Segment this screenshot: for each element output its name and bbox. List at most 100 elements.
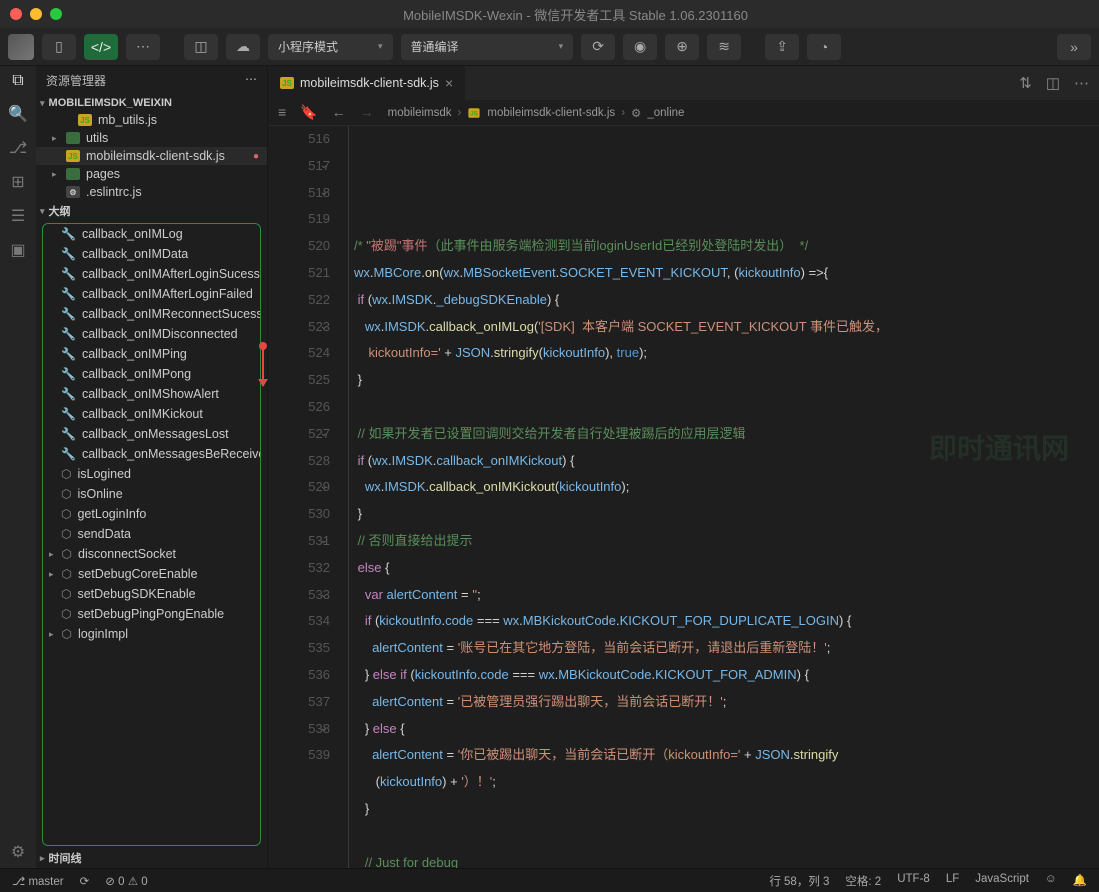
clear-icon[interactable]: ≋ <box>707 34 741 60</box>
project-header[interactable]: ▾MOBILEIMSDK_WEIXIN <box>36 95 267 111</box>
folder-icon <box>66 168 80 180</box>
outline-isLogined[interactable]: ⬡isLogined <box>43 464 260 484</box>
wrench-icon: 🔧 <box>61 287 76 301</box>
breadcrumb[interactable]: mobileimsdk› JSmobileimsdk-client-sdk.js… <box>388 106 685 120</box>
timeline-header[interactable]: ▸时间线 <box>36 848 267 868</box>
outline-setDebugSDKEnable[interactable]: ⬡setDebugSDKEnable <box>43 584 260 604</box>
maximize-window-button[interactable] <box>50 8 62 20</box>
db-icon[interactable]: ☰ <box>11 206 25 226</box>
version-icon[interactable]: ◔ <box>807 34 841 60</box>
wrench-icon: 🔧 <box>61 407 76 421</box>
outline-callback_onIMShowAlert[interactable]: 🔧callback_onIMShowAlert <box>43 384 260 404</box>
close-tab-icon[interactable]: × <box>445 75 453 91</box>
upload-icon[interactable]: ⇪ <box>765 34 799 60</box>
more-icon[interactable]: » <box>1057 34 1091 60</box>
outline-callback_onIMAfterLoginSucess[interactable]: 🔧callback_onIMAfterLoginSucess <box>43 264 260 284</box>
wrench-icon: 🔧 <box>61 227 76 241</box>
encoding[interactable]: UTF-8 <box>897 873 930 889</box>
wrench-icon: 🔧 <box>61 367 76 381</box>
code-icon[interactable]: </> <box>84 34 118 60</box>
file-utils[interactable]: ▸utils <box>36 129 267 147</box>
outline-callback_onIMDisconnected[interactable]: 🔧callback_onIMDisconnected <box>43 324 260 344</box>
outline-callback_onMessagesBeReceived[interactable]: 🔧callback_onMessagesBeReceived <box>43 444 260 464</box>
outline-loginImpl[interactable]: ▸⬡loginImpl <box>43 624 260 644</box>
outline-header[interactable]: ▾大纲 <box>36 201 267 221</box>
outline-getLoginInfo[interactable]: ⬡getLoginInfo <box>43 504 260 524</box>
file-mb_utils.js[interactable]: JSmb_utils.js <box>36 111 267 129</box>
file-pages[interactable]: ▸pages <box>36 165 267 183</box>
real-device-icon[interactable]: ⊕ <box>665 34 699 60</box>
list-icon[interactable]: ≡ <box>278 104 286 121</box>
mode-dropdown[interactable]: 小程序模式▾ <box>268 34 393 60</box>
file-.eslintrc.js[interactable]: ⚙.eslintrc.js <box>36 183 267 201</box>
api-annotation: 主要 API 接口概览 <box>221 223 261 225</box>
layout-icon[interactable]: ◫ <box>184 34 218 60</box>
cube-icon: ⬡ <box>62 547 72 561</box>
indent[interactable]: 空格: 2 <box>845 873 881 889</box>
cube-icon: ⬡ <box>61 507 71 521</box>
language[interactable]: JavaScript <box>975 873 1029 889</box>
sidebar-title: 资源管理器 <box>46 72 106 89</box>
user-avatar[interactable] <box>8 34 34 60</box>
phone-icon[interactable]: ▯ <box>42 34 76 60</box>
outline-callback_onIMReconnectSucess[interactable]: 🔧callback_onIMReconnectSucess <box>43 304 260 324</box>
file-tab[interactable]: JS mobileimsdk-client-sdk.js × <box>268 66 465 100</box>
cube-icon: ⬡ <box>62 567 72 581</box>
outline-callback_onIMAfterLoginFailed[interactable]: 🔧callback_onIMAfterLoginFailed <box>43 284 260 304</box>
sidebar-more-icon[interactable]: ⋯ <box>245 72 257 89</box>
cube-icon: ⬡ <box>62 627 72 641</box>
compile-dropdown[interactable]: 普通编译▾ <box>401 34 574 60</box>
debug-icon[interactable]: ⋯ <box>126 34 160 60</box>
nav-fwd-icon[interactable]: → <box>360 104 374 121</box>
wrench-icon: 🔧 <box>61 447 76 461</box>
bell-icon[interactable]: 🔔 <box>1073 873 1087 889</box>
wrench-icon: 🔧 <box>61 387 76 401</box>
outline-setDebugPingPongEnable[interactable]: ⬡setDebugPingPongEnable <box>43 604 260 624</box>
code-editor[interactable]: 516517⌄518⌄519520521522523⌄524525526527⌄… <box>268 126 1099 868</box>
outline-callback_onIMKickout[interactable]: 🔧callback_onIMKickout <box>43 404 260 424</box>
feedback-icon[interactable]: ☺ <box>1045 873 1057 889</box>
outline-callback_onIMPing[interactable]: 🔧callback_onIMPing <box>43 344 260 364</box>
wrench-icon: 🔧 <box>61 427 76 441</box>
tab-more-icon[interactable]: ⋯ <box>1074 74 1089 92</box>
settings-icon[interactable]: ⚙ <box>11 842 25 862</box>
minimize-window-button[interactable] <box>30 8 42 20</box>
outline-callback_onIMPong[interactable]: 🔧callback_onIMPong <box>43 364 260 384</box>
bookmark-icon[interactable]: 🔖 <box>300 104 317 121</box>
nav-back-icon[interactable]: ← <box>332 104 346 121</box>
outline-disconnectSocket[interactable]: ▸⬡disconnectSocket <box>43 544 260 564</box>
file-mobileimsdk-client-sdk.js[interactable]: JSmobileimsdk-client-sdk.js● <box>36 147 267 165</box>
outline-callback_onIMData[interactable]: 🔧callback_onIMData <box>43 244 260 264</box>
eol[interactable]: LF <box>946 873 959 889</box>
docker-icon[interactable]: ▣ <box>10 240 25 260</box>
cube-icon: ⬡ <box>61 467 71 481</box>
scm-icon[interactable]: ⎇ <box>9 138 27 158</box>
cube-icon: ⬡ <box>61 527 71 541</box>
outline-callback_onMessagesLost[interactable]: 🔧callback_onMessagesLost <box>43 424 260 444</box>
refresh-icon[interactable]: ⟳ <box>581 34 615 60</box>
cube-icon: ⬡ <box>61 587 71 601</box>
extensions-icon[interactable]: ⊞ <box>11 172 24 192</box>
outline-setDebugCoreEnable[interactable]: ▸⬡setDebugCoreEnable <box>43 564 260 584</box>
cloud-icon[interactable]: ☁ <box>226 34 260 60</box>
git-branch[interactable]: ⎇ master <box>12 874 64 888</box>
outline-sendData[interactable]: ⬡sendData <box>43 524 260 544</box>
compare-icon[interactable]: ⇅ <box>1019 74 1032 92</box>
js-icon: JS <box>78 114 92 126</box>
sync-icon[interactable]: ⟳ <box>80 874 90 888</box>
outline-isOnline[interactable]: ⬡isOnline <box>43 484 260 504</box>
problems[interactable]: ⊘ 0 ⚠ 0 <box>105 874 147 888</box>
search-icon[interactable]: 🔍 <box>8 104 28 124</box>
titlebar: MobileIMSDK-Wexin - 微信开发者工具 Stable 1.06.… <box>0 0 1099 28</box>
split-icon[interactable]: ◫ <box>1046 74 1060 92</box>
close-window-button[interactable] <box>10 8 22 20</box>
statusbar: ⎇ master ⟳ ⊘ 0 ⚠ 0 行 58，列 3 空格: 2 UTF-8 … <box>0 868 1099 892</box>
wrench-icon: 🔧 <box>61 347 76 361</box>
cursor-pos[interactable]: 行 58，列 3 <box>769 873 829 889</box>
wrench-icon: 🔧 <box>61 327 76 341</box>
explorer-icon[interactable]: ⧉ <box>12 72 23 90</box>
editor: JS mobileimsdk-client-sdk.js × ⇅ ◫ ⋯ ≡ 🔖… <box>268 66 1099 868</box>
preview-icon[interactable]: ◉ <box>623 34 657 60</box>
folder-icon <box>66 132 80 144</box>
outline-callback_onIMLog[interactable]: 🔧callback_onIMLog <box>43 224 260 244</box>
